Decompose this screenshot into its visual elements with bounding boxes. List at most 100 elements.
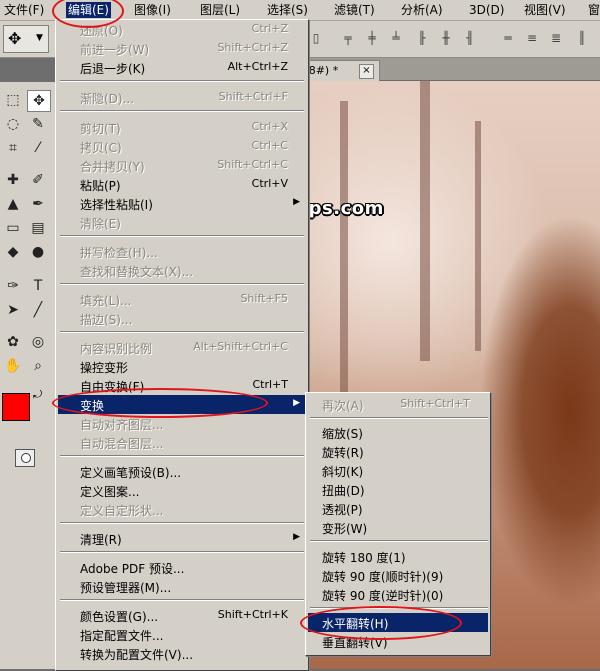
- menu-select[interactable]: 选择(S): [265, 2, 310, 18]
- menu-layer[interactable]: 图层(L): [198, 2, 242, 18]
- menu-item-assign-profile[interactable]: 指定配置文件...: [58, 625, 306, 644]
- crop-icon[interactable]: ⌗: [2, 138, 24, 158]
- move-icon[interactable]: ✥: [27, 90, 51, 112]
- lasso-icon[interactable]: ◌: [2, 114, 24, 134]
- menu-filter[interactable]: 滤镜(T): [332, 2, 377, 18]
- quick-select-icon[interactable]: ✎: [27, 114, 49, 134]
- menu-item-define-pattern[interactable]: 定义图案...: [58, 481, 306, 500]
- tree-trunk: [420, 81, 430, 361]
- edit-menu: 还原(O) Ctrl+Z 前进一步(W) Shift+Ctrl+Z 后退一步(K) A…: [55, 19, 309, 671]
- menu-item-define-shape[interactable]: 定义自定形状...: [58, 500, 306, 519]
- menu-item-paste-special[interactable]: 选择性粘贴(I) ▶: [58, 194, 306, 213]
- menu-3d[interactable]: 3D(D): [467, 2, 506, 18]
- quick-mask-button[interactable]: [15, 449, 35, 467]
- menu-item-perspective[interactable]: 透视(P): [308, 499, 488, 518]
- brush-icon[interactable]: ✐: [27, 170, 49, 190]
- menu-item-auto-align-layers[interactable]: 自动对齐图层...: [58, 414, 306, 433]
- align-hcenter-icon[interactable]: ╫: [438, 31, 454, 45]
- hand-icon[interactable]: ✋: [2, 356, 24, 376]
- menu-item-scale[interactable]: 缩放(S): [308, 423, 488, 442]
- 3d-rotate-icon[interactable]: ✿: [2, 332, 24, 352]
- menu-item-rotate-180[interactable]: 旋转 180 度(1): [308, 547, 488, 566]
- dodge-icon[interactable]: ●: [27, 242, 49, 262]
- menu-separator: [60, 80, 304, 82]
- menu-item-flip-horizontal[interactable]: 水平翻转(H): [308, 613, 488, 632]
- line-icon[interactable]: ╱: [27, 300, 49, 320]
- distribute-bottom-icon[interactable]: ≣: [548, 31, 564, 45]
- align-top-icon[interactable]: ╤: [340, 31, 356, 45]
- type-icon[interactable]: T: [27, 276, 49, 296]
- blur-icon[interactable]: ◆: [2, 242, 24, 262]
- eyedropper-icon[interactable]: ⁄: [27, 138, 49, 158]
- gradient-icon[interactable]: ▤: [27, 218, 49, 238]
- menu-item-preset-manager[interactable]: 预设管理器(M)...: [58, 577, 306, 596]
- menu-item-find-replace[interactable]: 查找和替换文本(X)...: [58, 261, 306, 280]
- align-vcenter-icon[interactable]: ╪: [364, 31, 380, 45]
- distribute-vcenter-icon[interactable]: ≡: [524, 31, 540, 45]
- menu-item-convert-profile[interactable]: 转换为配置文件(V)...: [58, 644, 306, 663]
- menu-item-paste[interactable]: 粘贴(P) Ctrl+V: [58, 175, 306, 194]
- menu-file[interactable]: 文件(F): [2, 2, 46, 18]
- menu-item-again[interactable]: 再次(A) Shift+Ctrl+T: [308, 395, 488, 414]
- rect-marquee-icon[interactable]: ⬚: [2, 90, 24, 110]
- menu-item-undo[interactable]: 还原(O) Ctrl+Z: [58, 20, 306, 39]
- menu-view[interactable]: 视图(V): [522, 2, 568, 18]
- menu-item-spell-check[interactable]: 拼写检查(H)...: [58, 242, 306, 261]
- menu-item-color-settings[interactable]: 颜色设置(G)... Shift+Ctrl+K: [58, 606, 306, 625]
- menu-edit[interactable]: 编辑(E): [66, 2, 111, 18]
- menu-separator: [60, 599, 304, 601]
- zoom-icon[interactable]: ⌕: [27, 356, 49, 376]
- menu-item-rotate-90-ccw[interactable]: 旋转 90 度(逆时针)(0): [308, 585, 488, 604]
- tool-preset-picker[interactable]: ✥ ▼: [3, 25, 49, 53]
- path-select-icon[interactable]: ➤: [2, 300, 24, 320]
- align-icon[interactable]: ▯: [308, 31, 324, 45]
- menu-separator: [60, 235, 304, 237]
- menu-item-fade[interactable]: 渐隐(D)... Shift+Ctrl+F: [58, 88, 306, 107]
- close-icon[interactable]: ×: [359, 64, 374, 79]
- swap-colors-icon[interactable]: ⤾: [33, 388, 42, 402]
- menu-separator: [60, 522, 304, 524]
- history-brush-icon[interactable]: ✒: [27, 194, 49, 214]
- menu-item-rotate[interactable]: 旋转(R): [308, 442, 488, 461]
- eraser-icon[interactable]: ▭: [2, 218, 24, 238]
- menu-image[interactable]: 图像(I): [132, 2, 173, 18]
- menu-item-free-transform[interactable]: 自由变换(F) Ctrl+T: [58, 376, 306, 395]
- distribute-left-icon[interactable]: ║: [574, 31, 590, 45]
- menu-item-step-forward[interactable]: 前进一步(W) Shift+Ctrl+Z: [58, 39, 306, 58]
- document-tab[interactable]: /8#) * ×: [300, 60, 380, 81]
- menu-item-distort[interactable]: 扭曲(D): [308, 480, 488, 499]
- menu-item-copy[interactable]: 拷贝(C) Ctrl+C: [58, 137, 306, 156]
- align-right-icon[interactable]: ╢: [462, 31, 478, 45]
- menu-item-clear[interactable]: 清除(E): [58, 213, 306, 232]
- clone-stamp-icon[interactable]: ▲: [2, 194, 24, 214]
- menu-item-stroke[interactable]: 描边(S)...: [58, 309, 306, 328]
- menu-item-auto-blend-layers[interactable]: 自动混合图层...: [58, 433, 306, 452]
- menu-bar: 文件(F) 编辑(E) 图像(I) 图层(L) 选择(S) 滤镜(T) 分析(A…: [0, 0, 600, 21]
- menu-item-puppet-warp[interactable]: 操控变形: [58, 357, 306, 376]
- menu-item-content-aware-scale[interactable]: 内容识别比例 Alt+Shift+Ctrl+C: [58, 338, 306, 357]
- menu-item-warp[interactable]: 变形(W): [308, 518, 488, 537]
- menu-item-rotate-90-cw[interactable]: 旋转 90 度(顺时针)(9): [308, 566, 488, 585]
- align-bottom-icon[interactable]: ╧: [388, 31, 404, 45]
- menu-item-transform[interactable]: 变换 ▶: [58, 395, 306, 414]
- menu-item-skew[interactable]: 斜切(K): [308, 461, 488, 480]
- distribute-top-icon[interactable]: ═: [500, 31, 516, 45]
- menu-item-cut[interactable]: 剪切(T) Ctrl+X: [58, 118, 306, 137]
- menu-item-step-backward[interactable]: 后退一步(K) Alt+Ctrl+Z: [58, 58, 306, 77]
- menu-window[interactable]: 窗: [586, 2, 600, 18]
- align-left-icon[interactable]: ╟: [414, 31, 430, 45]
- healing-icon[interactable]: ✚: [2, 170, 24, 190]
- foreground-color-swatch[interactable]: [2, 393, 30, 421]
- submenu-arrow-icon: ▶: [293, 532, 300, 542]
- menu-item-define-brush[interactable]: 定义画笔预设(B)...: [58, 462, 306, 481]
- tree-trunk: [340, 101, 348, 401]
- menu-analysis[interactable]: 分析(A): [399, 2, 445, 18]
- pen-icon[interactable]: ✑: [2, 276, 24, 296]
- menu-item-flip-vertical[interactable]: 垂直翻转(V): [308, 632, 488, 651]
- menu-item-fill[interactable]: 填充(L)... Shift+F5: [58, 290, 306, 309]
- 3d-orbit-icon[interactable]: ◎: [27, 332, 49, 352]
- menu-separator: [60, 551, 304, 553]
- menu-item-purge[interactable]: 清理(R) ▶: [58, 529, 306, 548]
- menu-item-pdf-presets[interactable]: Adobe PDF 预设...: [58, 558, 306, 577]
- menu-item-copy-merged[interactable]: 合并拷贝(Y) Shift+Ctrl+C: [58, 156, 306, 175]
